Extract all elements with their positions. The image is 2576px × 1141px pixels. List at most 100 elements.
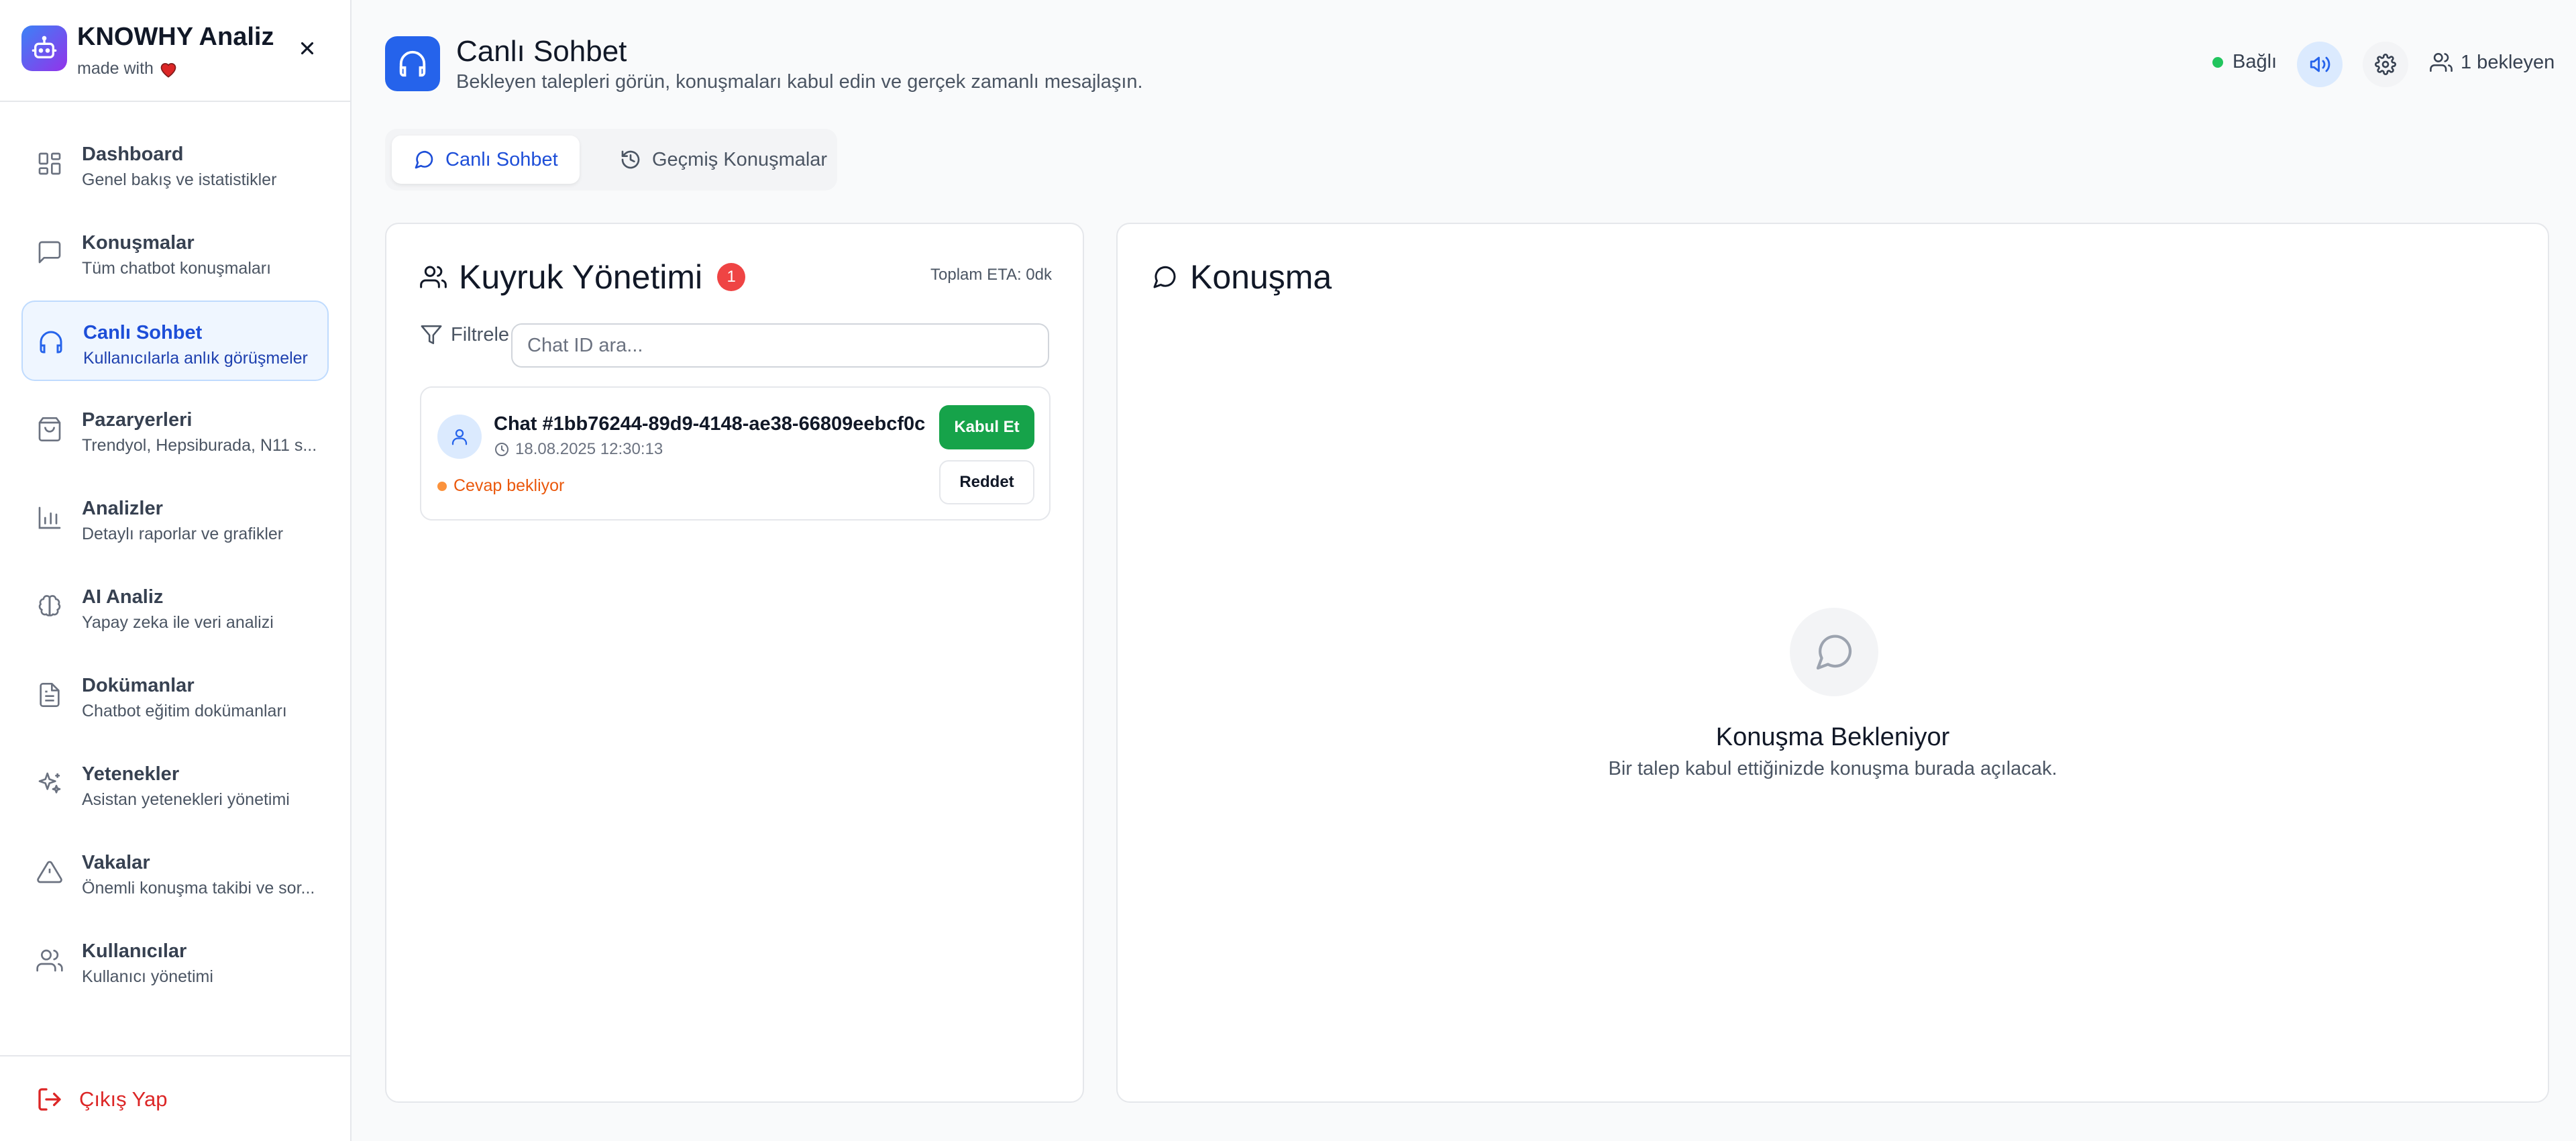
sidebar-item-konusmalar[interactable]: Konuşmalar Tüm chatbot konuşmaları	[21, 212, 329, 292]
sidebar-item-dashboard[interactable]: Dashboard Genel bakış ve istatistikler	[21, 123, 329, 204]
conversation-panel: Konuşma Konuşma Bekleniyor Bir talep kab…	[1116, 223, 2549, 1103]
sidebar-item-title: Yetenekler	[82, 763, 180, 785]
total-eta: Toplam ETA: 0dk	[930, 266, 1052, 284]
sidebar-item-title: Pazaryerleri	[82, 409, 193, 431]
page-title: Canlı Sohbet	[456, 35, 627, 68]
shopping-bag-icon	[38, 417, 61, 441]
sidebar-item-yetenekler[interactable]: Yetenekler Asistan yetenekleri yönetimi	[21, 743, 329, 824]
waiting-count: 1 bekleyen	[2430, 51, 2555, 74]
user-icon	[451, 429, 468, 445]
status-dot	[2212, 56, 2223, 68]
empty-state-subtitle: Bir talep kabul ettiğinizde konuşma bura…	[1608, 758, 2057, 779]
dashboard-icon	[38, 152, 61, 175]
sidebar-item-title: Canlı Sohbet	[83, 322, 203, 343]
brand-title: KNOWHY Analiz	[77, 23, 274, 51]
message-circle-icon	[415, 151, 433, 169]
status-dot	[437, 481, 447, 491]
accept-button[interactable]: Kabul Et	[939, 405, 1034, 449]
status-label: Bağlı	[2233, 51, 2277, 72]
queue-title: Kuyruk Yönetimi	[459, 258, 703, 296]
chat-status: Cevap bekliyor	[437, 476, 564, 496]
close-icon	[301, 42, 314, 55]
queue-count-badge: 1	[717, 263, 746, 291]
filter-label: Filtrele	[451, 323, 510, 345]
queue-panel: Kuyruk Yönetimi 1 Toplam ETA: 0dk Filtre…	[385, 223, 1084, 1103]
chat-id: Chat #1bb76244-89d9-4148-ae38-66809eebcf…	[494, 413, 926, 435]
sidebar-item-title: AI Analiz	[82, 586, 164, 608]
sidebar-item-desc: Önemli konuşma takibi ve sor...	[82, 879, 315, 898]
sidebar-item-title: Konuşmalar	[82, 232, 195, 254]
tab-label: Canlı Sohbet	[445, 148, 558, 170]
logout-icon	[38, 1088, 61, 1111]
close-sidebar-button[interactable]	[294, 35, 321, 62]
filter-icon	[421, 325, 442, 345]
logout-button[interactable]: Çıkış Yap	[36, 1086, 168, 1113]
sidebar-item-desc: Kullanıcılarla anlık görüşmeler	[83, 349, 308, 368]
waiting-label: 1 bekleyen	[2461, 51, 2555, 73]
sidebar-item-analizler[interactable]: Analizler Detaylı raporlar ve grafikler	[21, 478, 329, 558]
page-subtitle: Bekleyen talepleri görün, konuşmaları ka…	[456, 71, 1143, 93]
sparkles-icon	[38, 772, 61, 794]
chat-search-input[interactable]	[511, 323, 1049, 368]
volume-icon	[2310, 56, 2330, 72]
conversation-header: Konuşma	[1151, 258, 1332, 296]
sidebar-item-title: Dokümanlar	[82, 675, 195, 696]
bot-icon	[21, 25, 67, 71]
headphones-icon	[385, 36, 440, 91]
sidebar-item-desc: Chatbot eğitim dokümanları	[82, 702, 287, 720]
brand-subtitle: made with	[77, 59, 178, 78]
user-avatar	[437, 415, 482, 459]
sidebar: KNOWHY Analiz made with Dashboard Genel …	[0, 0, 352, 1141]
reject-button[interactable]: Reddet	[939, 460, 1034, 504]
headphones-icon	[40, 331, 62, 354]
message-circle-icon	[1790, 608, 1878, 696]
sidebar-item-desc: Kullanıcı yönetimi	[82, 967, 213, 986]
history-icon	[621, 150, 640, 169]
sidebar-item-desc: Genel bakış ve istatistikler	[82, 170, 277, 189]
sidebar-item-desc: Asistan yetenekleri yönetimi	[82, 790, 290, 809]
chat-status-text: Cevap bekliyor	[453, 476, 565, 495]
queue-item[interactable]: Chat #1bb76244-89d9-4148-ae38-66809eebcf…	[420, 386, 1051, 521]
heart-icon	[159, 60, 178, 78]
sidebar-item-ai-analiz[interactable]: AI Analiz Yapay zeka ile veri analizi	[21, 566, 329, 647]
sidebar-item-desc: Tüm chatbot konuşmaları	[82, 259, 272, 278]
brain-icon	[38, 595, 61, 616]
alert-triangle-icon	[37, 861, 62, 883]
users-icon	[420, 266, 447, 288]
sidebar-item-title: Kullanıcılar	[82, 940, 187, 962]
filter-toggle[interactable]: Filtrele	[420, 323, 509, 346]
tab-bar: Canlı Sohbet Geçmiş Konuşmalar	[385, 129, 837, 191]
users-icon	[36, 949, 63, 972]
queue-header: Kuyruk Yönetimi 1	[420, 258, 746, 296]
sidebar-item-kullanicilar[interactable]: Kullanıcılar Kullanıcı yönetimi	[21, 920, 329, 1001]
connection-status: Bağlı	[2212, 51, 2277, 73]
sidebar-item-title: Analizler	[82, 498, 163, 519]
logout-section: Çıkış Yap	[0, 1055, 350, 1141]
gear-icon	[2375, 54, 2396, 75]
brand-subtitle-text: made with	[77, 59, 154, 78]
sound-toggle-button[interactable]	[2297, 42, 2343, 87]
conversation-title: Konuşma	[1190, 258, 1332, 296]
sidebar-item-title: Vakalar	[82, 852, 150, 873]
brand-header: KNOWHY Analiz made with	[0, 0, 350, 102]
chat-time-text: 18.08.2025 12:30:13	[515, 440, 663, 458]
message-circle-icon	[1153, 266, 1176, 288]
sidebar-item-desc: Detaylı raporlar ve grafikler	[82, 525, 284, 543]
sidebar-item-title: Dashboard	[82, 144, 184, 165]
sidebar-item-desc: Yapay zeka ile veri analizi	[82, 613, 274, 632]
chat-timestamp: 18.08.2025 12:30:13	[494, 440, 663, 459]
users-icon	[2430, 52, 2453, 72]
sidebar-item-vakalar[interactable]: Vakalar Önemli konuşma takibi ve sor...	[21, 832, 329, 912]
tab-canli-sohbet[interactable]: Canlı Sohbet	[392, 135, 580, 184]
logout-label: Çıkış Yap	[79, 1087, 168, 1111]
tab-label: Geçmiş Konuşmalar	[652, 148, 828, 170]
settings-button[interactable]	[2363, 42, 2408, 87]
sidebar-item-desc: Trendyol, Hepsiburada, N11 s...	[82, 436, 317, 455]
sidebar-item-canli-sohbet[interactable]: Canlı Sohbet Kullanıcılarla anlık görüşm…	[21, 301, 329, 381]
empty-state-title: Konuşma Bekleniyor	[1715, 723, 1950, 751]
sidebar-item-dokumanlar[interactable]: Dokümanlar Chatbot eğitim dokümanları	[21, 655, 329, 735]
tab-gecmis-konusmalar[interactable]: Geçmiş Konuşmalar	[598, 135, 849, 184]
sidebar-item-pazaryerleri[interactable]: Pazaryerleri Trendyol, Hepsiburada, N11 …	[21, 389, 329, 470]
clock-icon	[495, 443, 508, 456]
message-square-icon	[38, 241, 61, 264]
